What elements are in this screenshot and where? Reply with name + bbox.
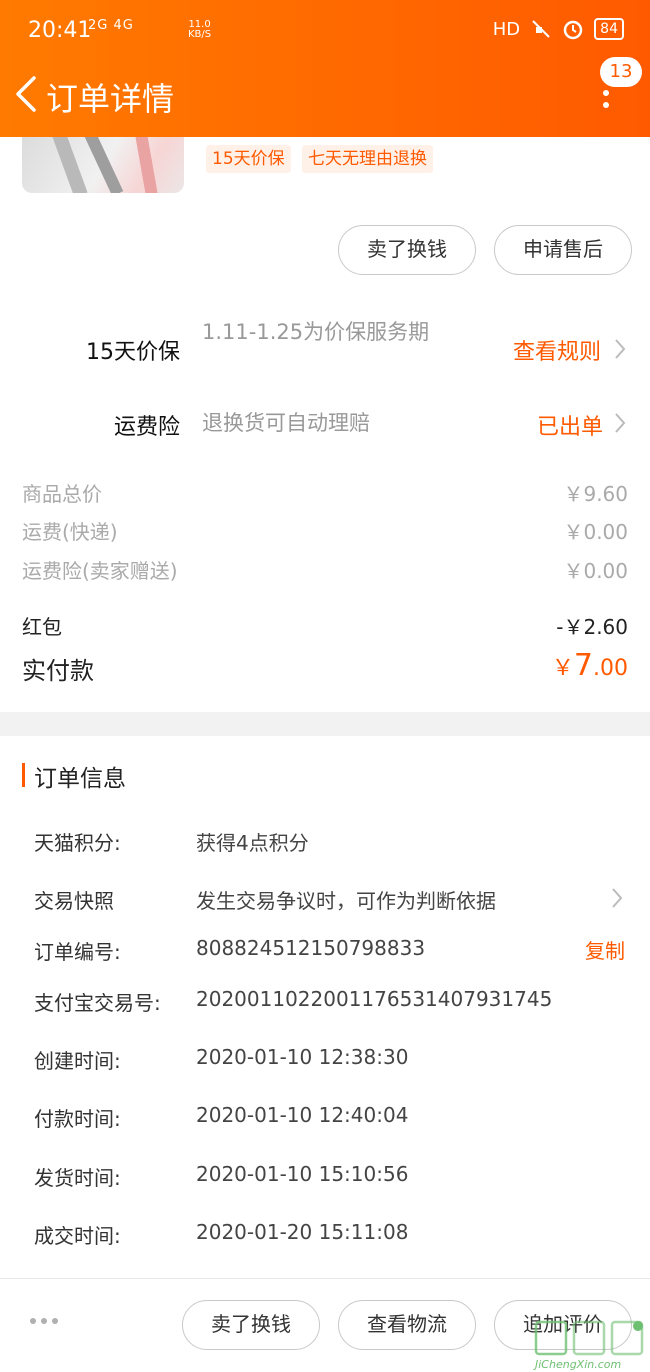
shipped-time-value: 2020-01-10 15:10:56 [196, 1162, 409, 1186]
insurance-fee-value: ￥0.00 [563, 559, 628, 583]
copy-button[interactable]: 复制 [585, 935, 625, 964]
status-right: HD 84 [493, 18, 624, 40]
mute-icon [532, 20, 550, 38]
goods-total-value: ￥9.60 [563, 482, 628, 506]
alipay-number-value: 2020011022001176531407931745 [196, 987, 553, 1011]
insurance-issued-link[interactable]: 已出单 [537, 409, 603, 441]
paid-time-value: 2020-01-10 12:40:04 [196, 1103, 409, 1127]
completed-time-value: 2020-01-20 15:11:08 [196, 1220, 409, 1244]
redpack-label: 红包 [22, 615, 62, 639]
status-bar: 20:41 2G 4G 11.0 KB/S HD 84 [0, 0, 650, 64]
chevron-right-icon[interactable] [610, 886, 624, 910]
order-info-title: 订单信息 [34, 766, 126, 792]
shipping-fee-label: 运费(快递) [22, 520, 118, 544]
section-divider [0, 712, 650, 736]
paid-time-key: 付款时间: [34, 1107, 121, 1131]
shipping-fee-value: ￥0.00 [563, 520, 628, 544]
after-sale-button[interactable]: 申请售后 [494, 225, 632, 275]
sell-button[interactable]: 卖了换钱 [338, 225, 476, 275]
app-header: 20:41 2G 4G 11.0 KB/S HD 84 订单详情 13 [0, 0, 650, 137]
paid-value: ￥7.00 [552, 648, 628, 683]
paid-label: 实付款 [22, 657, 94, 685]
shipped-time-key: 发货时间: [34, 1166, 121, 1190]
paid-decimal: .00 [593, 656, 628, 681]
redpack-value: -￥2.60 [556, 615, 628, 639]
network-speed: 11.0 KB/S [188, 20, 211, 40]
paid-integer: 7 [573, 648, 593, 683]
order-number-key: 订单编号: [34, 940, 121, 964]
return-policy-tag: 七天无理由退换 [302, 145, 433, 173]
price-protect-label: 15天价保 [86, 340, 180, 365]
status-time: 20:41 [28, 18, 92, 43]
view-rules-link[interactable]: 查看规则 [513, 334, 601, 366]
goods-total-label: 商品总价 [22, 482, 102, 506]
chevron-right-icon[interactable] [613, 337, 627, 361]
product-image[interactable] [22, 137, 184, 193]
paid-currency: ￥ [551, 656, 574, 681]
price-protect-tag: 15天价保 [206, 145, 291, 173]
more-actions-icon[interactable] [30, 1318, 58, 1324]
insurance-fee-label: 运费险(卖家赠送) [22, 559, 178, 583]
hd-icon: HD [492, 18, 521, 40]
shipping-insurance-label: 运费险 [113, 415, 180, 440]
message-badge[interactable]: 13 [600, 57, 642, 87]
price-protect-desc: 1.11-1.25为价保服务期 [202, 320, 430, 344]
shipping-insurance-desc: 退换货可自动理赔 [202, 411, 370, 435]
chevron-right-icon[interactable] [613, 411, 627, 435]
more-icon[interactable] [603, 90, 611, 120]
signal-icon: 2G 4G [88, 18, 134, 33]
sell-button-bottom[interactable]: 卖了换钱 [182, 1300, 320, 1350]
points-key: 天猫积分: [34, 831, 121, 855]
alipay-number-key: 支付宝交易号: [34, 991, 161, 1015]
battery-icon: 84 [594, 18, 624, 40]
bottom-divider [0, 1278, 650, 1279]
points-value: 获得4点积分 [196, 831, 309, 855]
network-speed-unit: KB/S [188, 29, 212, 40]
created-time-value: 2020-01-10 12:38:30 [196, 1045, 409, 1069]
created-time-key: 创建时间: [34, 1049, 121, 1073]
view-logistics-button[interactable]: 查看物流 [338, 1300, 476, 1350]
section-accent-bar [22, 763, 25, 787]
order-number-value: 808824512150798833 [196, 936, 426, 960]
snapshot-value[interactable]: 发生交易争议时，可作为判断依据 [196, 885, 496, 914]
snapshot-key[interactable]: 交易快照 [34, 885, 114, 914]
watermark-text: JiChengXin.com [535, 1358, 622, 1371]
back-icon[interactable] [10, 72, 44, 116]
alarm-icon [563, 20, 583, 40]
page-title: 订单详情 [46, 80, 175, 118]
completed-time-key: 成交时间: [34, 1224, 121, 1248]
